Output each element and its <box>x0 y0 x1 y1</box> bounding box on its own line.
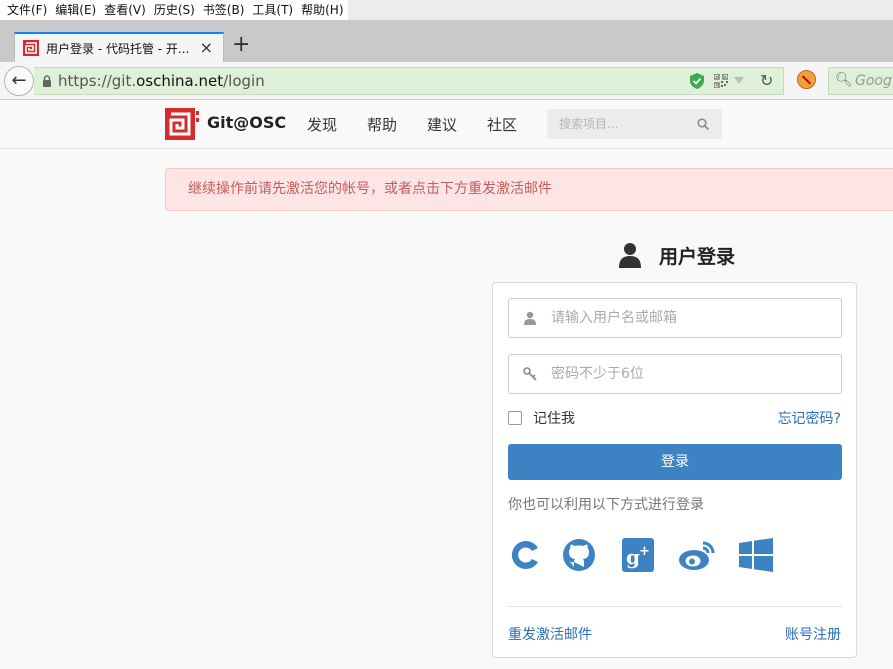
forgot-password-link[interactable]: 忘记密码? <box>778 408 841 428</box>
back-button[interactable]: ← <box>4 66 34 96</box>
site-logo-text[interactable]: Git@OSC <box>207 113 286 132</box>
windows-icon[interactable] <box>738 537 774 573</box>
url-prefix: https://git. <box>58 72 137 90</box>
menu-help[interactable]: 帮助(H) <box>297 0 347 20</box>
menu-file[interactable]: 文件(F) <box>3 0 51 20</box>
tab-title: 用户登录 - 代码托管 - 开... <box>46 41 190 56</box>
menu-items: 文件(F) 编辑(E) 查看(V) 历史(S) 书签(B) 工具(T) 帮助(H… <box>0 0 348 20</box>
alert-text: 继续操作前请先激活您的帐号，或者点击下方重发激活邮件 <box>188 181 552 197</box>
nav-help[interactable]: 帮助 <box>367 114 397 135</box>
password-input[interactable] <box>551 355 831 393</box>
register-link[interactable]: 账号注册 <box>785 624 841 644</box>
key-icon <box>523 367 537 381</box>
remember-label: 记住我 <box>533 411 575 427</box>
new-tab-icon[interactable]: + <box>232 34 250 56</box>
url-path: /login <box>223 72 265 90</box>
url-bar[interactable]: https://git.oschina.net/login ↻ <box>34 67 784 95</box>
menu-edit[interactable]: 编辑(E) <box>51 0 100 20</box>
alt-login-text: 你也可以利用以下方式进行登录 <box>508 497 704 513</box>
login-heading: 用户登录 <box>619 240 735 270</box>
browser-search-bar[interactable]: 🔍︎ Goog <box>828 67 893 95</box>
site-header: Git@OSC 发现 帮助 建议 社区 搜索项目... <box>0 100 893 149</box>
remember-checkbox[interactable] <box>508 411 522 425</box>
site-search-input[interactable]: 搜索项目... <box>547 109 722 139</box>
github-icon[interactable] <box>561 537 597 573</box>
tab-active[interactable]: 用户登录 - 代码托管 - 开... × <box>14 32 224 62</box>
remember-me[interactable]: 记住我 <box>508 408 575 428</box>
git-osc-logo-icon[interactable] <box>165 108 199 140</box>
search-icon: 🔍︎ <box>835 72 853 88</box>
site-search-icon[interactable] <box>697 118 709 130</box>
login-title: 用户登录 <box>659 245 736 268</box>
user-icon <box>619 243 641 268</box>
username-field[interactable] <box>508 298 842 338</box>
reload-icon[interactable]: ↻ <box>760 71 773 90</box>
nav-community[interactable]: 社区 <box>487 114 517 135</box>
git-osc-favicon-icon <box>23 40 39 56</box>
menu-tools[interactable]: 工具(T) <box>248 0 297 20</box>
panel-divider <box>508 606 842 607</box>
svg-text:g: g <box>626 545 640 569</box>
url-text: https://git.oschina.net/login <box>58 68 265 95</box>
oschina-icon[interactable] <box>508 537 544 573</box>
username-input[interactable] <box>551 299 831 337</box>
activation-alert: 继续操作前请先激活您的帐号，或者点击下方重发激活邮件 <box>165 168 893 211</box>
addon-block-icon[interactable] <box>797 70 816 89</box>
svg-text:+: + <box>639 544 650 559</box>
nav-discover[interactable]: 发现 <box>307 114 337 135</box>
menu-bar: 文件(F) 编辑(E) 查看(V) 历史(S) 书签(B) 工具(T) 帮助(H… <box>0 0 893 20</box>
tab-close-icon[interactable]: × <box>200 39 213 57</box>
resend-activation-link[interactable]: 重发激活邮件 <box>508 624 592 644</box>
url-domain: oschina.net <box>136 72 224 90</box>
login-panel: 记住我 忘记密码? 登录 你也可以利用以下方式进行登录 g + 重发激活邮件 账… <box>492 282 857 658</box>
menu-view[interactable]: 查看(V) <box>100 0 150 20</box>
nav-suggest[interactable]: 建议 <box>427 114 457 135</box>
nav-bar: https://git.oschina.net/login ↻ ← 🔍︎ Goo… <box>0 62 893 100</box>
user-field-icon <box>524 311 536 325</box>
site-search-placeholder: 搜索项目... <box>559 117 619 131</box>
menu-history[interactable]: 历史(S) <box>150 0 199 20</box>
tab-strip: 用户登录 - 代码托管 - 开... × + <box>0 20 893 62</box>
shield-icon[interactable] <box>690 73 704 89</box>
browser-search-placeholder: Goog <box>855 73 892 89</box>
weibo-icon[interactable] <box>677 537 717 573</box>
password-field[interactable] <box>508 354 842 394</box>
login-button[interactable]: 登录 <box>508 444 842 480</box>
google-plus-icon[interactable]: g + <box>621 537 657 573</box>
lock-icon <box>43 75 51 87</box>
qr-code-icon[interactable] <box>714 74 728 88</box>
menu-bookmarks[interactable]: 书签(B) <box>199 0 249 20</box>
url-dropdown-icon[interactable] <box>734 77 744 84</box>
